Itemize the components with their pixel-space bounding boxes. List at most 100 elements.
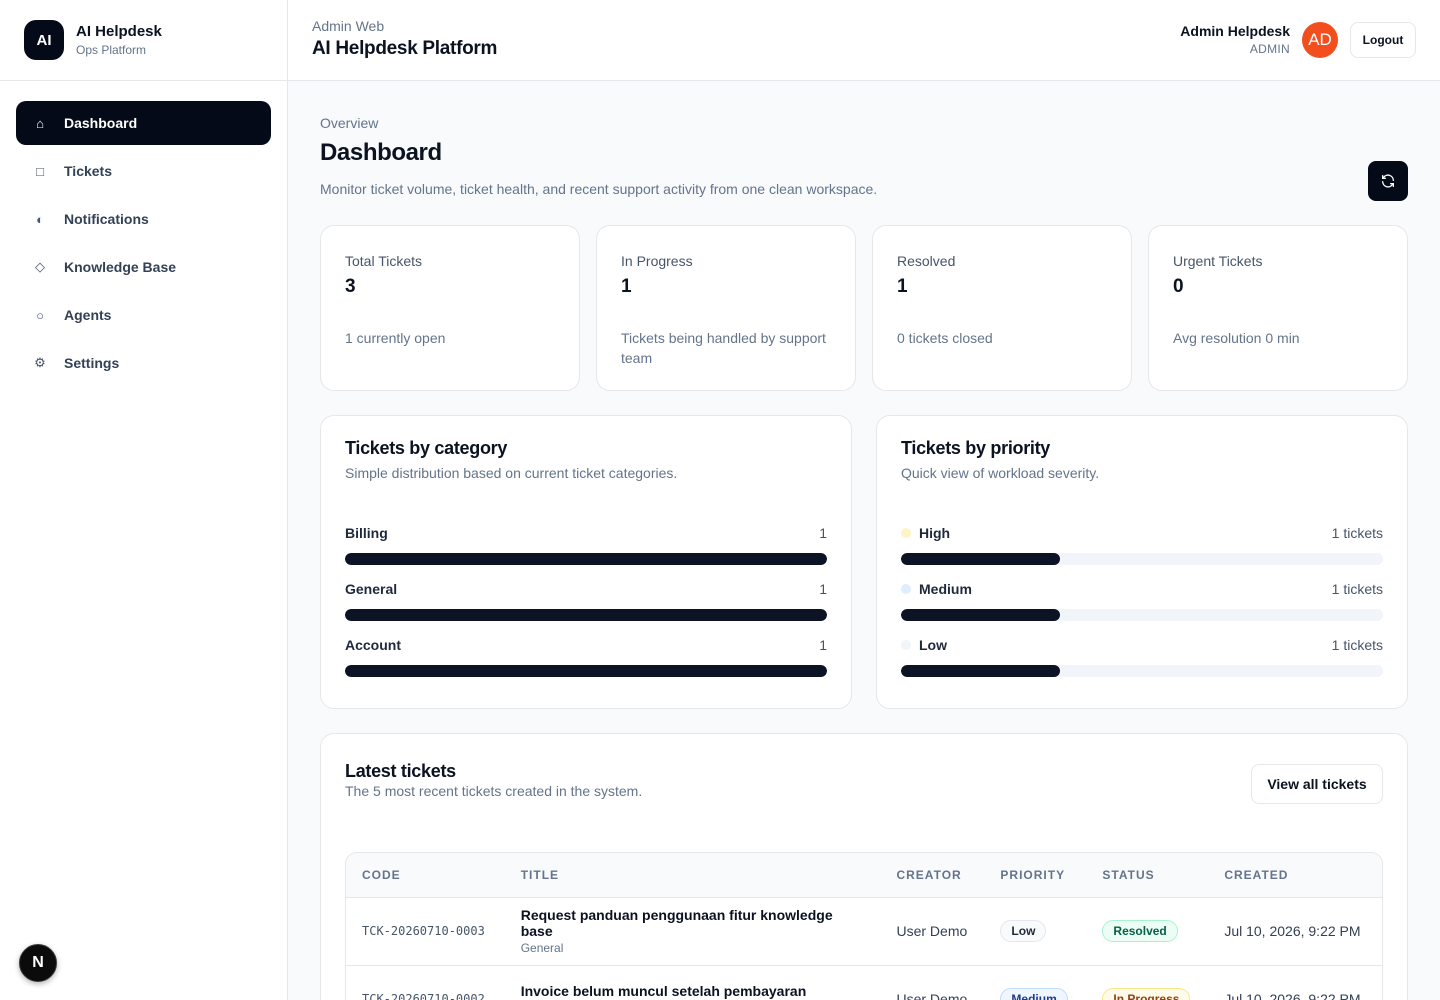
stat-label: In Progress xyxy=(621,253,693,269)
status-badge: Resolved xyxy=(1102,920,1178,942)
sidebar-item-label: Dashboard xyxy=(64,115,138,131)
half-circle-icon: ◐ xyxy=(36,211,44,227)
priority-badge: Low xyxy=(1000,920,1047,942)
sidebar-item-settings[interactable]: ⚙ Settings xyxy=(16,341,271,385)
column-header-creator: CREATOR xyxy=(880,853,985,898)
priority-bars: High 1 tickets Medium 1 tickets Low 1 tickets xyxy=(901,523,1383,677)
stat-label: Total Tickets xyxy=(345,253,423,269)
stat-value: 1 xyxy=(897,276,908,297)
priority-panel: Tickets by priority Quick view of worklo… xyxy=(876,415,1408,709)
bar-track xyxy=(345,609,827,621)
stat-value: 3 xyxy=(345,276,356,297)
status-badge: In Progress xyxy=(1102,988,1191,1000)
view-all-tickets-button[interactable]: View all tickets xyxy=(1251,764,1383,804)
bar-label-text: Low xyxy=(919,637,947,653)
table-row[interactable]: TCK-20260710-0003 Request panduan penggun… xyxy=(346,897,1382,966)
header-title: AI Helpdesk Platform xyxy=(312,38,498,59)
sidebar-item-dashboard[interactable]: ⌂ Dashboard xyxy=(16,101,271,145)
user-role: ADMIN xyxy=(1249,42,1290,56)
sidebar-item-label: Knowledge Base xyxy=(64,259,177,275)
ticket-creator: User Demo xyxy=(880,897,985,966)
column-header-code: CODE xyxy=(346,853,505,898)
priority-dot-icon xyxy=(901,640,911,650)
ticket-title[interactable]: Request panduan penggunaan fitur knowled… xyxy=(521,907,865,939)
page-description: Monitor ticket volume, ticket health, an… xyxy=(320,181,878,197)
bar-label-text: Account xyxy=(345,637,401,653)
brand-logo[interactable]: AI xyxy=(24,20,64,60)
diamond-icon: ◇ xyxy=(35,259,45,274)
column-header-priority: PRIORITY xyxy=(984,853,1087,898)
bar-value: 1 xyxy=(819,637,827,653)
bar-row: Medium 1 tickets xyxy=(901,579,1383,621)
bar-row: Account 1 xyxy=(345,635,827,677)
stat-label: Resolved xyxy=(897,253,956,269)
bar-fill xyxy=(901,665,1061,677)
sidebar-item-notifications[interactable]: ◐ Notifications xyxy=(16,197,271,241)
bar-head: Low 1 tickets xyxy=(901,635,1383,655)
ticket-code: TCK-20260710-0002 xyxy=(346,965,505,1000)
user-info: Admin Helpdesk ADMIN xyxy=(1180,22,1290,57)
ticket-status-cell: In Progress xyxy=(1086,965,1209,1000)
ticket-title[interactable]: Invoice belum muncul setelah pembayaran xyxy=(521,983,865,999)
sidebar-item-tickets[interactable]: □ Tickets xyxy=(16,149,271,193)
top-header: Admin Web AI Helpdesk Platform Admin Hel… xyxy=(288,0,1440,81)
ticket-creator: User Demo xyxy=(880,965,985,1000)
column-header-title: TITLE xyxy=(504,853,881,898)
bar-label-text: General xyxy=(345,581,398,597)
bar-value: 1 tickets xyxy=(1331,581,1383,597)
bar-track xyxy=(345,665,827,677)
sidebar: AI AI Helpdesk Ops Platform ⌂ Dashboard □ T… xyxy=(0,0,288,1000)
tickets-table: CODE TITLE CREATOR PRIORITY STATUS CREATED TC… xyxy=(346,853,1382,1000)
ticket-status-cell: Resolved xyxy=(1086,897,1209,966)
brand: AI AI Helpdesk Ops Platform xyxy=(0,0,287,81)
bar-row: High 1 tickets xyxy=(901,523,1383,565)
sidebar-item-label: Tickets xyxy=(64,163,112,179)
gear-icon: ⚙ xyxy=(34,355,46,370)
latest-tickets-panel: Latest tickets The 5 most recent tickets… xyxy=(320,733,1408,1000)
bar-row: Low 1 tickets xyxy=(901,635,1383,677)
bar-value: 1 xyxy=(819,525,827,541)
stat-note: 0 tickets closed xyxy=(897,330,993,346)
stat-card: Resolved 1 0 tickets closed xyxy=(872,225,1132,391)
page-eyebrow: Overview xyxy=(320,115,379,131)
refresh-button[interactable] xyxy=(1368,161,1408,201)
bar-label: Medium xyxy=(901,581,972,597)
circle-icon: ○ xyxy=(36,307,44,323)
brand-text: AI Helpdesk Ops Platform xyxy=(76,23,162,58)
table-row[interactable]: TCK-20260710-0002 Invoice belum muncul se… xyxy=(346,965,1382,1000)
tickets-table-wrapper: CODE TITLE CREATOR PRIORITY STATUS CREATED TC… xyxy=(345,852,1383,1000)
category-panel-description: Simple distribution based on current tic… xyxy=(345,465,678,481)
stat-value: 1 xyxy=(621,276,632,297)
sidebar-item-agents[interactable]: ○ Agents xyxy=(16,293,271,337)
bar-head: Medium 1 tickets xyxy=(901,579,1383,599)
category-panel-title: Tickets by category xyxy=(345,438,508,458)
column-header-created: CREATED xyxy=(1208,853,1382,898)
sidebar-item-label: Agents xyxy=(64,307,112,323)
avatar[interactable]: AD xyxy=(1302,22,1338,58)
ticket-priority-cell: Medium xyxy=(984,965,1087,1000)
bar-head: Billing 1 xyxy=(345,523,827,543)
ticket-title-cell: Request panduan penggunaan fitur knowled… xyxy=(504,897,881,966)
bar-row: General 1 xyxy=(345,579,827,621)
stat-note: 1 currently open xyxy=(345,330,446,346)
sidebar-item-label: Settings xyxy=(64,355,120,371)
logout-button[interactable]: Logout xyxy=(1350,22,1416,58)
header-subtitle: Admin Web xyxy=(312,18,385,34)
bar-fill xyxy=(345,609,827,621)
priority-panel-description: Quick view of workload severity. xyxy=(901,465,1100,481)
bar-label: High xyxy=(901,525,950,541)
sidebar-item-knowledge-base[interactable]: ◇ Knowledge Base xyxy=(16,245,271,289)
bar-value: 1 xyxy=(819,581,827,597)
bar-head: Account 1 xyxy=(345,635,827,655)
category-panel: Tickets by category Simple distribution … xyxy=(320,415,852,709)
ticket-code: TCK-20260710-0003 xyxy=(346,897,505,966)
stat-label: Urgent Tickets xyxy=(1173,253,1263,269)
latest-tickets-title: Latest tickets xyxy=(345,761,456,781)
category-bars: Billing 1 General 1 Account 1 xyxy=(345,523,827,677)
bar-row: Billing 1 xyxy=(345,523,827,565)
next-badge[interactable]: N xyxy=(19,944,57,982)
sidebar-item-label: Notifications xyxy=(64,211,149,227)
bar-value: 1 tickets xyxy=(1331,637,1383,653)
bar-fill xyxy=(901,609,1061,621)
stat-note: Tickets being handled by support team xyxy=(621,330,826,366)
